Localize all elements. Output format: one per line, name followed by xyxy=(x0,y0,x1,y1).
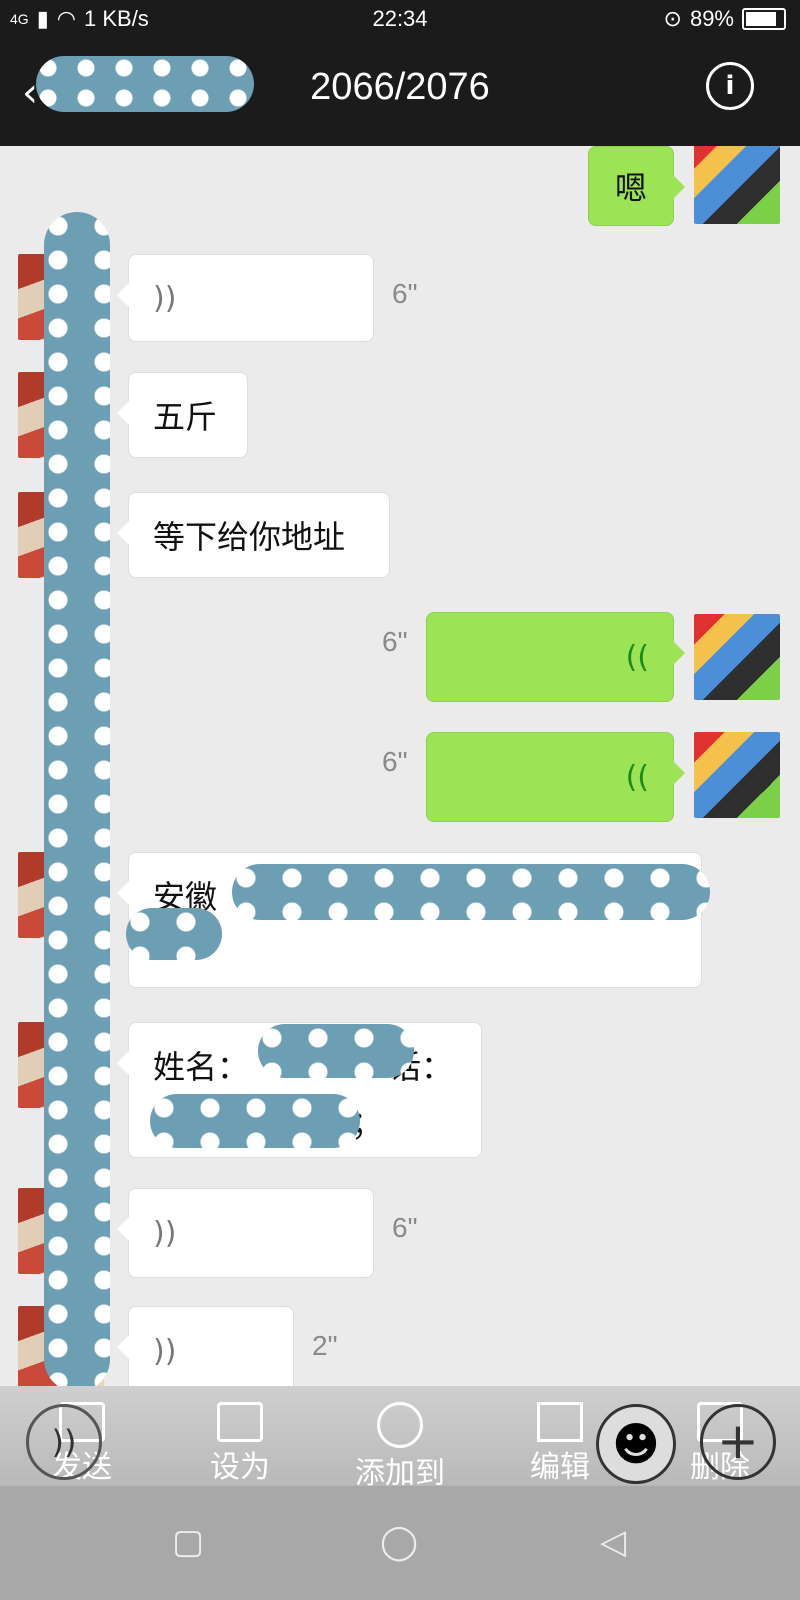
voice-icon: )) xyxy=(153,1333,177,1369)
image-action-toolbar: 发送 设为 添加到 编辑 删除 xyxy=(0,1386,800,1491)
message-text: 等下给你地址 xyxy=(153,518,346,556)
avatar[interactable] xyxy=(694,146,780,224)
message-text: 姓名： xyxy=(153,1048,250,1086)
status-bar: 4G ▮ ◠ 1 KB/s 22:34 ⊙ 89% xyxy=(0,0,800,40)
voice-duration: 6" xyxy=(392,1212,418,1243)
message-text: 五斤 xyxy=(153,398,218,436)
title-bar: ‹ 2066/2076 i xyxy=(0,40,800,146)
voice-icon: (( xyxy=(625,759,649,795)
voice-icon: )) xyxy=(153,1215,177,1251)
add-to-button[interactable]: 添加到 xyxy=(330,1386,470,1492)
lock-rotation-icon: ⊙ xyxy=(663,6,682,31)
voice-message-bubble[interactable]: )) xyxy=(117,1188,374,1278)
set-as-button[interactable]: 设为 xyxy=(170,1386,310,1486)
avatar[interactable] xyxy=(694,614,780,700)
chat-area[interactable]: 嗯 )) 6" 五斤 等下给你地址 6" (( 6" (( 安徽 姓名： 话： xyxy=(0,146,800,1386)
voice-duration: 6" xyxy=(382,626,408,657)
message-text: 嗯 xyxy=(614,169,647,207)
voice-message-bubble[interactable]: )) xyxy=(117,254,374,342)
phone-redaction xyxy=(150,1094,360,1148)
voice-icon: (( xyxy=(625,639,649,675)
plus-icon[interactable]: + xyxy=(700,1404,776,1480)
image-icon xyxy=(217,1402,263,1442)
voice-input-icon[interactable]: )) xyxy=(26,1404,102,1480)
magic-wand-icon xyxy=(537,1402,583,1442)
address-redaction xyxy=(126,908,222,960)
voice-message-bubble[interactable]: )) xyxy=(117,1306,294,1386)
voice-duration: 6" xyxy=(392,278,418,309)
add-circle-icon xyxy=(377,1402,423,1448)
name-redaction xyxy=(258,1024,414,1078)
address-redaction xyxy=(232,864,710,920)
recent-apps-icon[interactable]: ▢ xyxy=(172,1522,204,1562)
emoji-icon[interactable]: ☻ xyxy=(596,1404,676,1484)
battery-percent: 89% xyxy=(689,6,734,31)
battery-icon xyxy=(742,8,786,30)
back-nav-icon[interactable]: ◁ xyxy=(600,1522,626,1562)
page-title: 2066/2076 xyxy=(310,66,490,108)
home-icon[interactable]: ◯ xyxy=(380,1522,418,1562)
voice-icon: )) xyxy=(153,280,177,316)
avatar[interactable] xyxy=(694,732,780,818)
message-bubble[interactable]: 嗯 xyxy=(588,146,685,226)
voice-duration: 2" xyxy=(312,1330,338,1361)
system-navigation-bar: ▢ ◯ ◁ xyxy=(0,1486,800,1600)
voice-message-bubble[interactable]: (( xyxy=(426,612,685,702)
info-icon[interactable]: i xyxy=(706,62,754,110)
voice-duration: 6" xyxy=(382,746,408,777)
avatar-redaction xyxy=(44,212,110,1386)
voice-message-bubble[interactable]: (( xyxy=(426,732,685,822)
message-bubble[interactable]: 五斤 xyxy=(117,372,248,458)
set-as-label: 设为 xyxy=(210,1450,270,1485)
message-bubble[interactable]: 等下给你地址 xyxy=(117,492,390,578)
clock: 22:34 xyxy=(372,6,428,31)
